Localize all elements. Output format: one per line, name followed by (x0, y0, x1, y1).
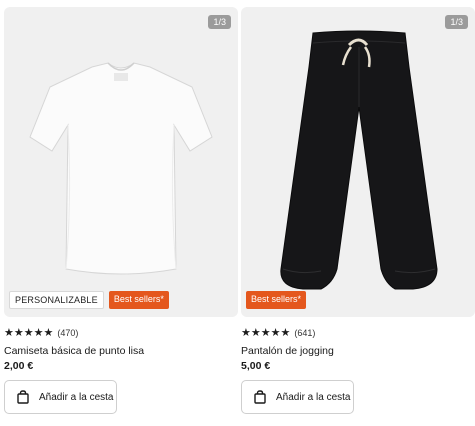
badge-group: Best sellers* (246, 291, 307, 309)
add-to-cart-button[interactable]: Añadir a la cesta (241, 380, 354, 414)
add-to-cart-button[interactable]: Añadir a la cesta (4, 380, 117, 414)
star-icon: ★ (280, 327, 291, 339)
image-counter: 1/3 (445, 15, 468, 29)
add-to-cart-label: Añadir a la cesta (276, 391, 351, 403)
star-icon: ★ (250, 327, 261, 339)
star-icon: ★ (260, 327, 271, 339)
star-icon: ★ (4, 327, 14, 339)
product-price: 5,00 € (241, 360, 271, 372)
product-card[interactable]: 1/3 PERSONALIZABLE Best sellers* ★ ★ ★ ★… (4, 7, 238, 426)
product-image[interactable]: 1/3 Best sellers* (241, 7, 475, 317)
rating: ★ ★ ★ ★ ★ (470) (4, 327, 78, 339)
star-icon: ★ (270, 327, 281, 339)
star-icon: ★ (33, 327, 44, 339)
product-card[interactable]: 1/3 Best sellers* ★ ★ ★ ★ ★ (641) Pantal… (241, 7, 475, 426)
product-title[interactable]: Pantalón de jogging (241, 345, 334, 357)
star-icon: ★ (43, 327, 54, 339)
shopping-bag-icon (16, 390, 30, 404)
product-price: 2,00 € (4, 360, 34, 372)
best-sellers-badge: Best sellers* (246, 291, 307, 309)
shopping-bag-icon (253, 390, 267, 404)
star-icon: ★ (241, 327, 251, 339)
rating-count: (470) (57, 328, 79, 338)
stars: ★ ★ ★ ★ ★ (4, 327, 53, 339)
stars: ★ ★ ★ ★ ★ (241, 327, 290, 339)
best-sellers-badge: Best sellers* (108, 291, 169, 309)
star-icon: ★ (23, 327, 34, 339)
tshirt-image (29, 62, 213, 275)
jogging-pants-image (280, 30, 438, 290)
product-title[interactable]: Camiseta básica de punto lisa (4, 345, 144, 357)
image-counter: 1/3 (208, 15, 231, 29)
add-to-cart-label: Añadir a la cesta (39, 391, 114, 403)
rating-count: (641) (294, 328, 316, 338)
badge-group: PERSONALIZABLE Best sellers* (9, 291, 169, 309)
star-icon: ★ (13, 327, 24, 339)
personalizable-badge: PERSONALIZABLE (9, 291, 104, 309)
rating: ★ ★ ★ ★ ★ (641) (241, 327, 315, 339)
product-image[interactable]: 1/3 PERSONALIZABLE Best sellers* (4, 7, 238, 317)
